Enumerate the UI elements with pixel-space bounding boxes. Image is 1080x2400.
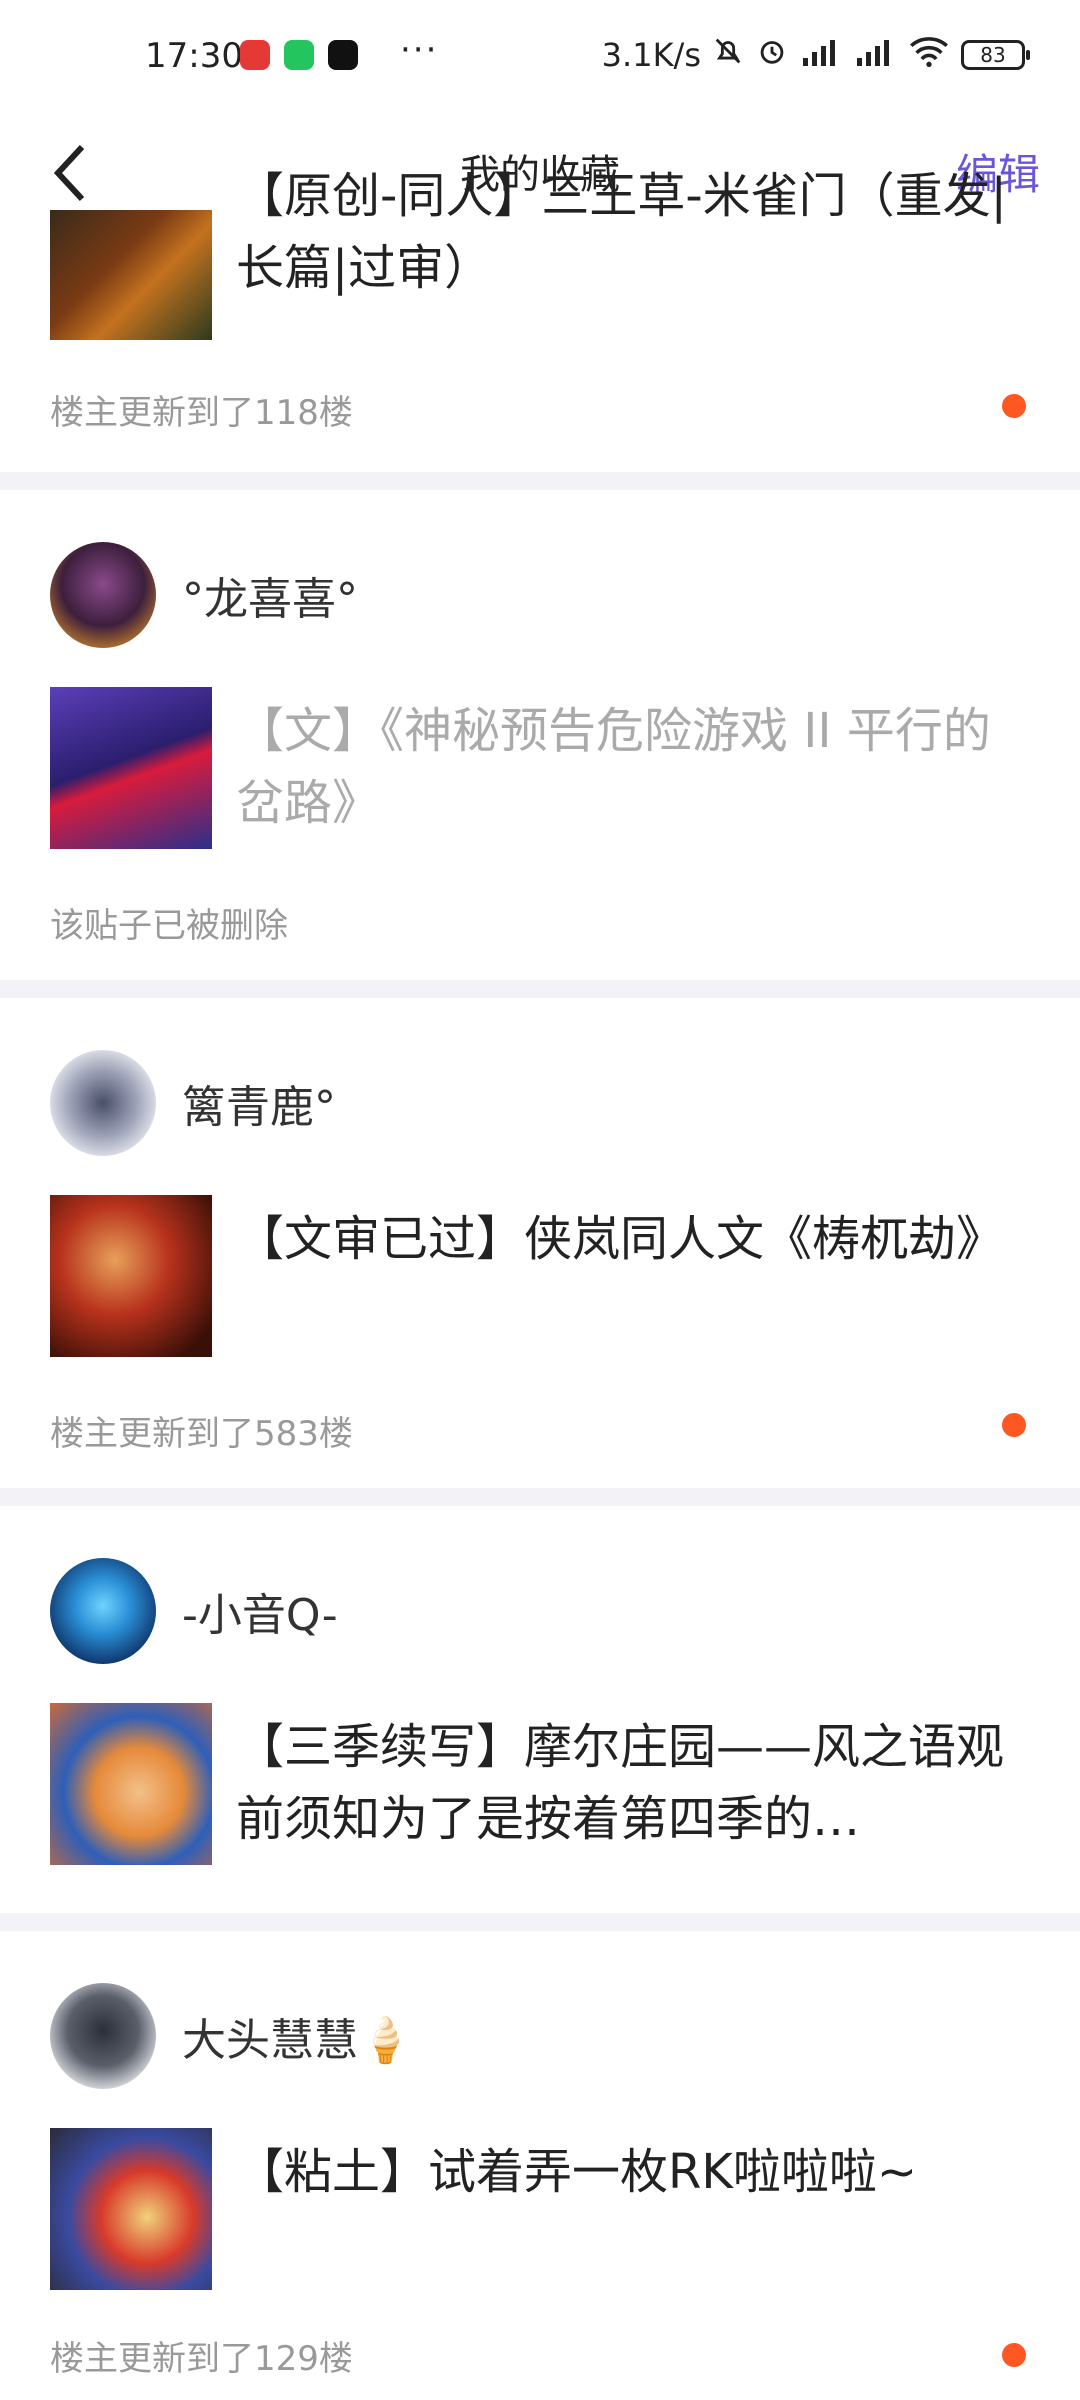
separator (0, 472, 1080, 490)
update-dot (1002, 1413, 1026, 1437)
separator (0, 1488, 1080, 1506)
notification-icons (240, 40, 358, 70)
system-status: 3.1K/s 83 (601, 34, 1030, 76)
update-dot (1002, 394, 1026, 418)
alarm-icon (755, 34, 789, 76)
avatar (50, 1558, 156, 1664)
update-dot (1002, 2343, 1026, 2367)
separator (0, 1913, 1080, 1931)
post-meta: 该贴子已被删除 (50, 906, 288, 946)
back-button[interactable] (40, 128, 100, 218)
author-row[interactable]: 大头慧慧🍦 (50, 1983, 413, 2089)
post-title: 【粘土】试着弄一枚RK啦啦啦~ (236, 2144, 918, 2200)
post-thumbnail (50, 687, 212, 849)
post-thumbnail (50, 1703, 212, 1865)
username: 篱青鹿° (182, 1082, 336, 1133)
post-title: 【文】《神秘预告危险游戏 II 平行的岔路》 (236, 703, 991, 831)
favorite-post-card[interactable]: 篱青鹿° 【文审已过】侠岚同人文《梼杌劫》 楼主更新到了583楼 (0, 998, 1080, 1488)
username: -小音Q- (182, 1590, 338, 1641)
post-thumbnail (50, 2128, 212, 2290)
post-meta: 楼主更新到了129楼 (50, 2339, 353, 2379)
post-meta: 楼主更新到了583楼 (50, 1414, 353, 1454)
post-thumbnail (50, 210, 212, 340)
avatar (50, 1983, 156, 2089)
back-arrow-icon (53, 144, 85, 202)
signal-hd-icon (853, 36, 897, 74)
author-row[interactable]: 篱青鹿° (50, 1050, 336, 1156)
app-notification-icon (328, 40, 358, 70)
post-thumbnail (50, 1195, 212, 1357)
status-time: 17:30 (145, 36, 243, 76)
post-title: 【文审已过】侠岚同人文《梼杌劫》 (236, 1211, 1005, 1267)
favorite-post-card[interactable]: 【原创-同人】三王草-米雀门（重发|长篇|过审） 楼主更新到了118楼 (0, 168, 1080, 480)
net-speed: 3.1K/s (601, 36, 701, 74)
username: °龙喜喜° (182, 574, 358, 625)
post-title: 【原创-同人】三王草-米雀门（重发|长篇|过审） (236, 168, 1007, 296)
post-title: 【三季续写】摩尔庄园——风之语观前须知为了是按着第四季的… (236, 1719, 1005, 1847)
favorite-post-card[interactable]: -小音Q- 【三季续写】摩尔庄园——风之语观前须知为了是按着第四季的… (0, 1506, 1080, 1930)
favorite-post-card[interactable]: 大头慧慧🍦 【粘土】试着弄一枚RK啦啦啦~ 楼主更新到了129楼 (0, 1931, 1080, 2400)
favorite-post-card[interactable]: °龙喜喜° 【文】《神秘预告危险游戏 II 平行的岔路》 该贴子已被删除 (0, 490, 1080, 980)
app-notification-icon (240, 40, 270, 70)
avatar (50, 1050, 156, 1156)
avatar (50, 542, 156, 648)
wifi-icon (907, 35, 951, 75)
separator (0, 980, 1080, 998)
author-row[interactable]: -小音Q- (50, 1558, 338, 1664)
shield-icon (284, 40, 314, 70)
battery-icon: 83 (961, 40, 1030, 70)
signal-hd-icon (799, 36, 843, 74)
author-row[interactable]: °龙喜喜° (50, 542, 358, 648)
mute-bell-icon (711, 34, 745, 76)
status-bar: 17:30 ··· 3.1K/s 83 (0, 0, 1080, 120)
username: 大头慧慧🍦 (182, 2015, 413, 2066)
more-notifications-icon: ··· (400, 30, 439, 70)
post-meta: 楼主更新到了118楼 (50, 393, 353, 433)
